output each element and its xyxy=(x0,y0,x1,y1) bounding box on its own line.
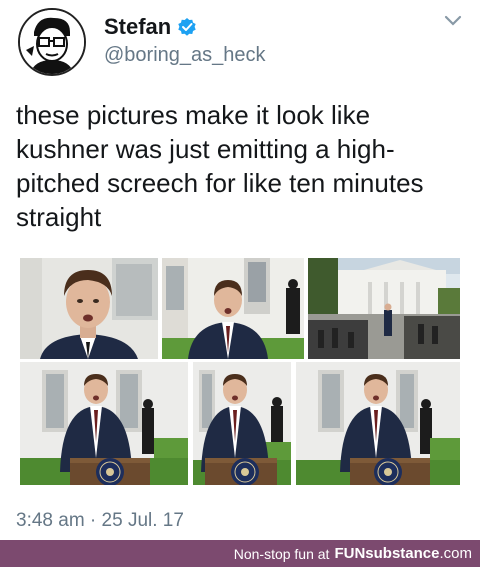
avatar-drawing xyxy=(20,10,84,74)
watermark-brand-main: FUNsubstance xyxy=(334,545,440,562)
user-name-row[interactable]: Stefan xyxy=(104,14,197,40)
photo-6[interactable] xyxy=(296,362,460,485)
photo-3[interactable] xyxy=(308,258,460,359)
user-name[interactable]: Stefan xyxy=(104,14,171,40)
chevron-down-icon[interactable] xyxy=(444,14,462,28)
user-handle[interactable]: @boring_as_heck xyxy=(104,44,266,67)
tweet-timestamp[interactable]: 3:48 am · 25 Jul. 17 xyxy=(16,510,184,532)
avatar[interactable] xyxy=(18,8,86,76)
photo-1[interactable] xyxy=(20,258,158,359)
photo-2[interactable] xyxy=(162,258,304,359)
photo-4[interactable] xyxy=(20,362,188,485)
tweet-text: these pictures make it look like kushner… xyxy=(16,100,424,232)
photo-5[interactable] xyxy=(193,362,291,485)
watermark-text: Non-stop fun at xyxy=(233,545,330,562)
watermark-bar: Non-stop fun at FUNsubstance.com xyxy=(0,540,480,567)
watermark-brand: FUNsubstance.com xyxy=(334,545,472,562)
verified-badge-icon xyxy=(178,18,196,36)
watermark-brand-suffix: .com xyxy=(439,545,472,562)
